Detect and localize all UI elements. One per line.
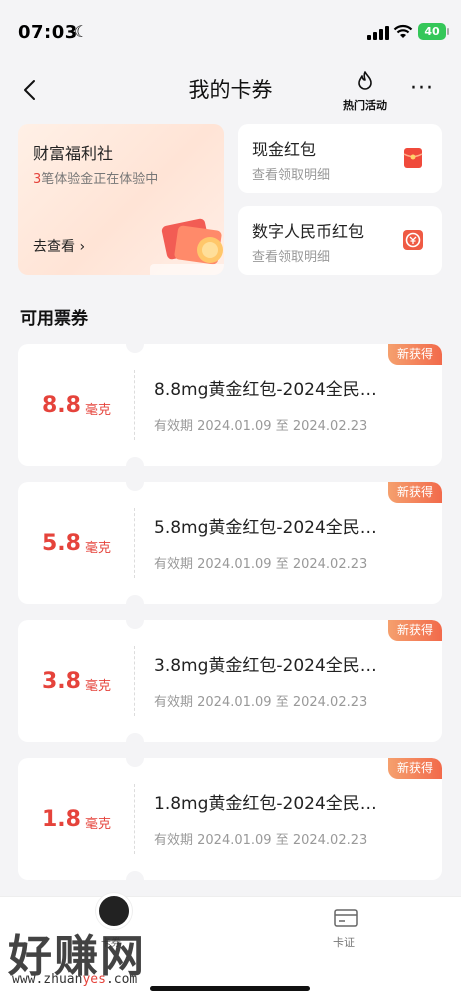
watermark-url-a: www.zhuan <box>12 972 83 987</box>
welfare-view-link[interactable]: 去查看 › <box>33 236 85 256</box>
coupon-validity: 有效期 2024.01.09 至 2024.02.23 <box>154 695 368 710</box>
welfare-sub-text: 笔体验金正在体验中 <box>41 172 159 187</box>
welfare-title: 财富福利社 <box>33 144 114 163</box>
coupon-card[interactable]: 5.8 毫克 5.8mg黄金红包-2024全民… 有效期 2024.01.09 至… <box>18 482 442 604</box>
coupon-unit: 毫克 <box>84 540 111 556</box>
available-coupons-heading: 可用票券 <box>20 309 88 329</box>
coupon-amount: 8.8 毫克 <box>18 344 135 466</box>
coupon-unit: 毫克 <box>84 678 111 694</box>
chevron-right-icon: › <box>79 239 86 255</box>
digital-rmb-packet-card[interactable]: 数字人民币红包 查看领取明细 <box>238 206 442 275</box>
new-badge: 新获得 <box>388 620 442 641</box>
watermark: 好赚网 www.zhuanyes.com <box>6 920 196 990</box>
gift-illustration <box>150 218 224 275</box>
coupon-amount: 3.8 毫克 <box>18 620 135 742</box>
welfare-link-label: 去查看 <box>33 239 75 255</box>
status-bar: 07:03 ☾ 40 <box>0 0 461 64</box>
nav-bar: 我的卡券 热门活动 ··· <box>0 64 461 116</box>
cash-red-packet-card[interactable]: 现金红包 查看领取明细 <box>238 124 442 193</box>
coupon-amount: 1.8 毫克 <box>18 758 135 880</box>
status-time: 07:03 <box>18 22 78 43</box>
cash-red-packet-title: 现金红包 <box>252 140 317 159</box>
new-badge: 新获得 <box>388 482 442 503</box>
digital-rmb-icon <box>403 230 423 250</box>
coupon-title: 1.8mg黄金红包-2024全民… <box>154 794 377 814</box>
cash-red-packet-sub: 查看领取明细 <box>252 168 331 183</box>
new-badge: 新获得 <box>388 758 442 779</box>
watermark-url: www.zhuanyes.com <box>12 972 137 987</box>
coupon-title: 5.8mg黄金红包-2024全民… <box>154 518 377 538</box>
signal-icon <box>367 26 389 40</box>
coupon-validity: 有效期 2024.01.09 至 2024.02.23 <box>154 557 368 572</box>
fire-icon <box>358 71 372 90</box>
coupon-title: 3.8mg黄金红包-2024全民… <box>154 656 377 676</box>
battery-icon: 40 <box>418 23 449 40</box>
watermark-url-b: yes <box>82 972 106 987</box>
hot-activity-button[interactable]: 热门活动 <box>336 70 394 113</box>
coupon-value: 8.8 <box>42 392 81 418</box>
coupon-validity: 有效期 2024.01.09 至 2024.02.23 <box>154 419 368 434</box>
coupon-value: 3.8 <box>42 668 81 694</box>
welfare-subtitle: 3笔体验金正在体验中 <box>33 168 158 187</box>
coupon-amount: 5.8 毫克 <box>18 482 135 604</box>
coupon-value: 1.8 <box>42 806 81 832</box>
home-indicator <box>150 986 310 991</box>
digital-rmb-title: 数字人民币红包 <box>252 222 365 241</box>
digital-rmb-sub: 查看领取明细 <box>252 250 331 265</box>
hot-activity-label: 热门活动 <box>343 99 387 112</box>
coupon-card[interactable]: 8.8 毫克 8.8mg黄金红包-2024全民… 有效期 2024.01.09 至… <box>18 344 442 466</box>
coupon-card[interactable]: 1.8 毫克 1.8mg黄金红包-2024全民… 有效期 2024.01.09 至… <box>18 758 442 880</box>
coupon-validity: 有效期 2024.01.09 至 2024.02.23 <box>154 833 368 848</box>
coupon-unit: 毫克 <box>84 816 111 832</box>
wifi-icon <box>393 24 413 38</box>
new-badge: 新获得 <box>388 344 442 365</box>
card-icon[interactable] <box>334 909 358 927</box>
coupon-card[interactable]: 3.8 毫克 3.8mg黄金红包-2024全民… 有效期 2024.01.09 至… <box>18 620 442 742</box>
coupon-unit: 毫克 <box>84 402 111 418</box>
watermark-url-c: .com <box>105 972 138 987</box>
red-packet-icon <box>403 148 423 168</box>
coupon-title: 8.8mg黄金红包-2024全民… <box>154 380 377 400</box>
more-icon[interactable]: ··· <box>410 76 434 101</box>
tab-cards-label[interactable]: 卡证 <box>333 934 355 950</box>
moon-icon: ☾ <box>74 22 89 41</box>
welfare-card[interactable]: 财富福利社 3笔体验金正在体验中 去查看 › <box>18 124 224 275</box>
coupon-value: 5.8 <box>42 530 81 556</box>
